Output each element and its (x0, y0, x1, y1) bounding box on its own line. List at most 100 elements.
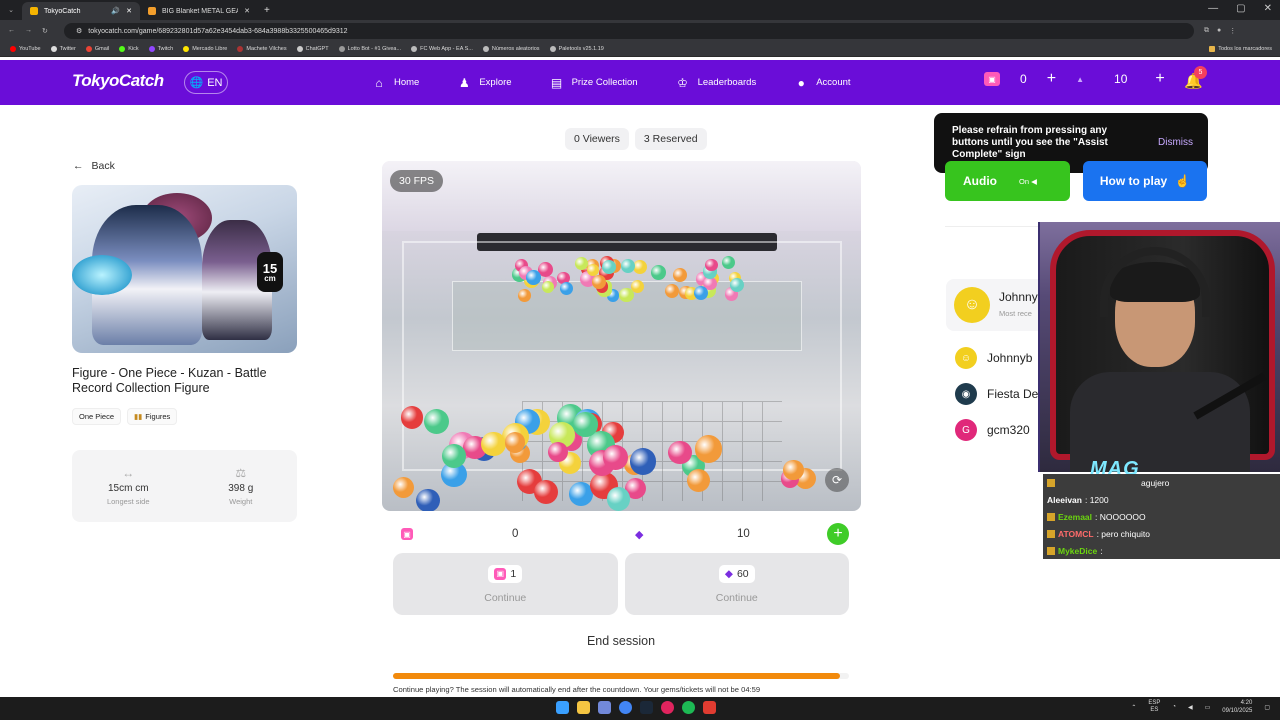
language-selector[interactable]: 🌐 EN (184, 71, 228, 94)
bookmark-kick[interactable]: Kick (119, 46, 139, 52)
site-info-icon[interactable]: ⚙ (76, 27, 82, 35)
add-tickets-button[interactable]: + (1047, 70, 1056, 88)
mercadolibre-icon (183, 46, 190, 52)
reload-icon[interactable]: ↻ (42, 27, 48, 35)
speaker-icon: ◀ (1031, 176, 1037, 186)
fps-indicator: 30 FPS (390, 170, 444, 192)
dismiss-button[interactable]: Dismiss (1158, 137, 1193, 148)
nav-account[interactable]: ● Account (794, 76, 851, 90)
bookmark-chatgpt[interactable]: ChatGPT (296, 46, 329, 52)
nav-home[interactable]: ⌂ Home (372, 76, 419, 90)
site-logo[interactable]: TokyoCatch (72, 71, 164, 91)
countdown-bar (393, 673, 849, 679)
tab-audio-icon[interactable]: 🔊 (111, 7, 120, 15)
notification-center-icon[interactable]: ▢ (1264, 704, 1270, 711)
bookmark-twitter[interactable]: Twitter (50, 46, 76, 52)
tab-search-icon[interactable]: ⌄ (0, 6, 22, 14)
tokyocatch-favicon-icon (30, 7, 38, 15)
tag-one-piece[interactable]: One Piece (72, 408, 122, 425)
capsule-ball (423, 408, 449, 434)
forward-arrow-icon[interactable]: → (25, 27, 32, 35)
streamer-shirt (1070, 372, 1250, 472)
extensions-icon[interactable]: ⧉ (1204, 27, 1209, 35)
bookmark-youtube[interactable]: YouTube (10, 46, 41, 52)
start-icon[interactable] (556, 701, 569, 714)
steam-icon[interactable] (640, 701, 653, 714)
bookmark-machete[interactable]: Machete Vilches (237, 46, 287, 52)
play-options: ▣ 1 Continue ◆ 60 Continue (393, 553, 849, 615)
weight-icon: ⚖ (235, 466, 247, 480)
ticket-icon: ▣ (401, 528, 413, 540)
audio-toggle[interactable]: Audio On ◀ (945, 161, 1070, 201)
volume-icon[interactable]: ◀ (1188, 704, 1193, 711)
new-tab-icon[interactable]: + (258, 5, 270, 16)
tag-figures[interactable]: ▮▮ Figures (127, 408, 178, 425)
rotate-camera-icon[interactable]: ⟳ (825, 468, 849, 492)
continue-with-ticket-button[interactable]: ▣ 1 Continue (393, 553, 618, 615)
menu-icon[interactable]: ⋮ (1229, 27, 1236, 35)
bookmark-gmail[interactable]: Gmail (85, 46, 110, 52)
ice-effect (72, 255, 132, 295)
bookmark-label: Kick (128, 46, 139, 52)
continue-with-gems-button[interactable]: ◆ 60 Continue (624, 553, 849, 615)
tab-close-icon[interactable]: ✕ (126, 7, 132, 15)
bookmark-paletools[interactable]: Paletools v25.1.19 (549, 46, 604, 52)
bookmark-mercadolibre[interactable]: Mercado Libre (183, 46, 227, 52)
ticket-icon: ▣ (984, 72, 1000, 86)
viewers-count: 0 Viewers (565, 128, 629, 150)
bookmark-twitch[interactable]: Twitch (148, 46, 174, 52)
app-icon[interactable] (661, 701, 674, 714)
how-to-play-button[interactable]: How to play ☝ (1083, 161, 1207, 201)
window-close-icon[interactable]: ✕ (1264, 3, 1272, 14)
game-stream[interactable] (382, 161, 861, 511)
back-arrow-icon[interactable]: ← (8, 27, 15, 35)
wifi-icon[interactable]: ◔ (1172, 704, 1176, 710)
chat-line: MykeDice: (1043, 542, 1280, 559)
capsule-ball (687, 468, 711, 492)
profile-icon[interactable]: ● (1217, 27, 1221, 35)
bookmark-numeros[interactable]: Números aleatorios (482, 46, 540, 52)
url-text: tokyocatch.com/game/689232801d57a62e3454… (88, 27, 348, 35)
bookmark-all[interactable]: Todos los marcadores (1209, 46, 1272, 52)
nav-prize-collection[interactable]: ▤ Prize Collection (550, 76, 638, 90)
file-explorer-icon[interactable] (577, 701, 590, 714)
bookmark-label: Paletools v25.1.19 (558, 46, 604, 52)
spotify-icon[interactable] (682, 701, 695, 714)
clock[interactable]: 4:20 09/10/2025 (1222, 699, 1252, 715)
address-bar[interactable]: ⚙ tokyocatch.com/game/689232801d57a62e34… (64, 23, 1194, 39)
window-controls: — ▢ ✕ (1208, 3, 1272, 14)
battery-icon[interactable]: ▭ (1205, 704, 1211, 711)
nav-leaderboards[interactable]: ♔ Leaderboards (676, 76, 756, 90)
minimize-icon[interactable]: — (1208, 3, 1218, 14)
explore-icon: ♟ (458, 75, 470, 90)
chat-line: agujero (1043, 474, 1280, 491)
calendar-icon[interactable] (703, 701, 716, 714)
bookmark-label: Twitch (157, 46, 174, 52)
back-button[interactable]: ← Back (73, 160, 115, 172)
chatgpt-icon (296, 46, 303, 52)
capsule-ball (416, 488, 440, 511)
chevron-up-icon[interactable]: ⌃ (1131, 704, 1136, 711)
gem-icon: ▲ (1076, 74, 1084, 84)
tab-close-icon[interactable]: ✕ (244, 7, 250, 15)
arrow-left-icon: ← (73, 160, 84, 172)
bookmark-label: Gmail (94, 46, 110, 52)
add-gems-button[interactable]: + (827, 523, 849, 545)
chat-message: : 1200 (1084, 494, 1109, 505)
chrome-icon[interactable] (619, 701, 632, 714)
nav-explore[interactable]: ♟ Explore (457, 75, 512, 90)
bookmark-fc[interactable]: FC Web App - EA S... (411, 46, 473, 52)
browser-tab-blanket[interactable]: BIG Blanket METAL GEAR SOLID ✕ (140, 2, 258, 20)
language-label: EN (207, 76, 223, 89)
winner-avatar: ☺ (954, 287, 990, 323)
browser-tab-tokyocatch[interactable]: TokyoCatch 🔊 ✕ (22, 2, 140, 20)
language-indicator[interactable]: ESP ES (1148, 700, 1160, 714)
discord-icon[interactable] (598, 701, 611, 714)
chat-message: agujero (1141, 477, 1170, 488)
end-session-button[interactable]: End session (393, 634, 849, 648)
chat-line: Aleeivan: 1200 (1043, 491, 1280, 508)
maximize-icon[interactable]: ▢ (1236, 3, 1245, 14)
add-gems-button[interactable]: + (1155, 70, 1164, 88)
badge-icon (1047, 478, 1055, 487)
bookmark-lotto[interactable]: Lotto Bot - #1 Givea... (338, 46, 401, 52)
